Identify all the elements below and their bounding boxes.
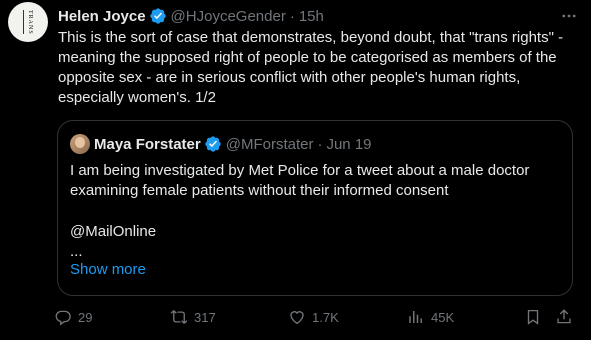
quoted-avatar [70,134,90,154]
retweet-button[interactable]: 317 [170,306,216,328]
quoted-timestamp: Jun 19 [326,135,372,153]
tweet-text: This is the sort of case that demonstrat… [58,29,564,106]
more-dots-icon [562,14,576,18]
header-separator: · [289,7,295,25]
tweet-actions: 29 317 1.7K 45K [50,306,584,328]
views-button[interactable]: 45K [407,306,454,328]
like-count: 1.7K [312,309,339,325]
share-button[interactable] [555,306,579,328]
quoted-tweet-text: I am being investigated by Met Police fo… [70,162,530,199]
share-icon [557,309,571,324]
analytics-icon [409,311,422,323]
quoted-tweet-header: Maya Forstater @MForstater · Jun 19 [70,133,372,155]
verified-badge-icon [149,7,167,25]
bookmark-icon [527,309,539,325]
quoted-author-handle: @MForstater [225,135,314,153]
bookmark-button[interactable] [524,306,548,328]
like-button[interactable]: 1.7K [288,306,339,328]
show-more-link[interactable]: Show more [70,261,146,278]
verified-badge-icon [204,135,222,153]
quoted-tweet[interactable]: Maya Forstater @MForstater · Jun 19 I am… [57,120,573,296]
author-handle[interactable]: @HJoyceGender [171,8,286,25]
reply-icon [55,310,71,326]
quoted-mention: @MailOnline [70,223,157,240]
view-count: 45K [431,309,455,325]
avatar-logo-text: TRANS [23,9,33,35]
heart-icon [290,311,304,325]
retweet-icon [170,310,188,324]
quoted-author-name: Maya Forstater [94,135,201,153]
reply-button[interactable]: 29 [54,306,92,328]
reply-count: 29 [78,309,93,325]
tweet-timestamp[interactable]: 15h [299,8,324,25]
tweet-header: Helen Joyce @HJoyceGender · 15h [58,6,324,26]
author-name[interactable]: Helen Joyce [58,8,146,25]
avatar[interactable]: TRANS [8,2,48,42]
more-options-button[interactable] [559,6,579,26]
quoted-ellipsis: ... [70,243,83,260]
retweet-count: 317 [194,309,216,325]
quoted-header-separator: · [317,135,323,153]
